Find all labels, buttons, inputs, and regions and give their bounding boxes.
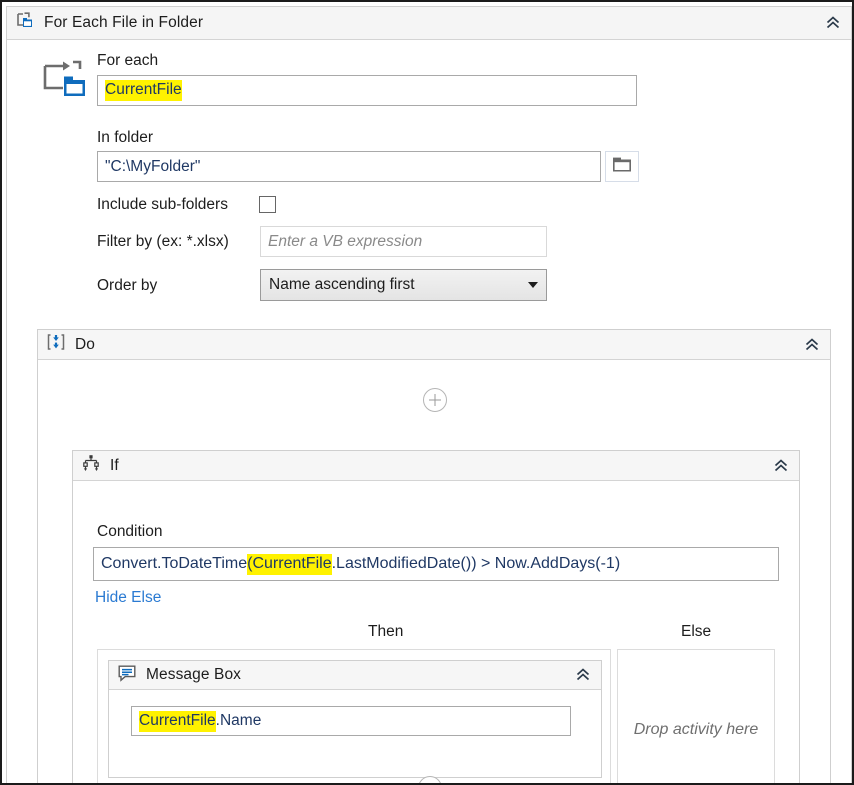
- if-activity[interactable]: If Condition Convert.ToDateTime (Current…: [72, 450, 800, 783]
- folder-icon: [612, 156, 632, 178]
- else-branch-dropzone[interactable]: Drop activity here: [617, 649, 775, 783]
- if-branch-icon: [81, 453, 101, 478]
- message-box-activity[interactable]: Message Box CurrentFile .Name: [108, 660, 602, 778]
- include-subfolders-label: Include sub-folders: [97, 196, 228, 213]
- collapse-chevron-icon[interactable]: [821, 11, 845, 35]
- else-drop-placeholder: Drop activity here: [633, 721, 759, 738]
- do-body: If Condition Convert.ToDateTime (Current…: [38, 360, 830, 783]
- do-sequence-activity[interactable]: Do If Condition Convert.ToDateTime (Curr…: [37, 329, 831, 783]
- then-branch-container[interactable]: Message Box CurrentFile .Name: [97, 649, 611, 783]
- condition-expression-input[interactable]: Convert.ToDateTime (CurrentFile .LastModif…: [93, 547, 779, 581]
- condition-prefix: Convert.ToDateTime: [101, 555, 248, 572]
- do-sequence-icon: [46, 332, 66, 357]
- message-text-highlighted-variable: CurrentFile: [139, 710, 216, 732]
- chevron-down-icon: [528, 282, 538, 288]
- message-box-text-input[interactable]: CurrentFile .Name: [131, 706, 571, 736]
- message-box-title: Message Box: [146, 666, 242, 683]
- browse-folder-button[interactable]: [605, 151, 639, 182]
- else-label: Else: [681, 623, 712, 640]
- condition-highlighted-variable: (CurrentFile: [247, 553, 332, 575]
- condition-label: Condition: [97, 523, 163, 540]
- in-folder-input[interactable]: "C:\MyFolder": [97, 151, 601, 182]
- if-collapse-chevron-icon[interactable]: [769, 454, 793, 478]
- message-text-suffix: .Name: [215, 712, 262, 729]
- activity-designer-panel: For Each File in Folder For each Current…: [0, 0, 854, 785]
- order-by-label: Order by: [97, 277, 158, 294]
- condition-suffix: .LastModifiedDate()) > Now.AddDays(-1): [331, 555, 621, 572]
- foreach-loop-icon: [39, 58, 87, 107]
- filter-by-label: Filter by (ex: *.xlsx): [97, 233, 229, 250]
- for-each-variable-value: CurrentFile: [105, 80, 182, 101]
- add-activity-button-top[interactable]: [423, 388, 447, 412]
- if-title: If: [110, 456, 119, 474]
- foreach-folder-icon: [15, 11, 35, 36]
- do-header[interactable]: Do: [38, 330, 830, 360]
- in-folder-value: "C:\MyFolder": [105, 157, 201, 175]
- for-each-variable-input[interactable]: CurrentFile: [97, 75, 637, 106]
- message-bubble-icon: [117, 663, 137, 688]
- if-body: Condition Convert.ToDateTime (CurrentFile…: [73, 481, 799, 783]
- for-each-file-in-folder-activity[interactable]: For Each File in Folder For each Current…: [6, 6, 852, 783]
- root-activity-title: For Each File in Folder: [44, 14, 204, 31]
- order-by-selected-value: Name ascending first: [269, 276, 415, 293]
- include-subfolders-checkbox[interactable]: [259, 196, 276, 213]
- in-folder-label: In folder: [97, 129, 154, 146]
- order-by-dropdown[interactable]: Name ascending first: [260, 269, 547, 301]
- root-activity-header[interactable]: For Each File in Folder: [7, 7, 851, 40]
- if-header[interactable]: If: [73, 451, 799, 481]
- for-each-label: For each: [97, 52, 159, 69]
- do-title: Do: [75, 335, 96, 353]
- toggle-else-link[interactable]: Hide Else: [95, 589, 161, 607]
- then-label: Then: [368, 623, 404, 640]
- filter-by-input[interactable]: Enter a VB expression: [260, 226, 547, 257]
- message-box-header[interactable]: Message Box: [109, 661, 601, 690]
- message-box-collapse-chevron-icon[interactable]: [571, 663, 595, 687]
- root-activity-body: For each CurrentFile In folder "C:\MyFol…: [7, 52, 851, 783]
- for-each-row: For each CurrentFile: [7, 52, 851, 106]
- do-collapse-chevron-icon[interactable]: [800, 333, 824, 357]
- filter-by-placeholder: Enter a VB expression: [268, 232, 423, 250]
